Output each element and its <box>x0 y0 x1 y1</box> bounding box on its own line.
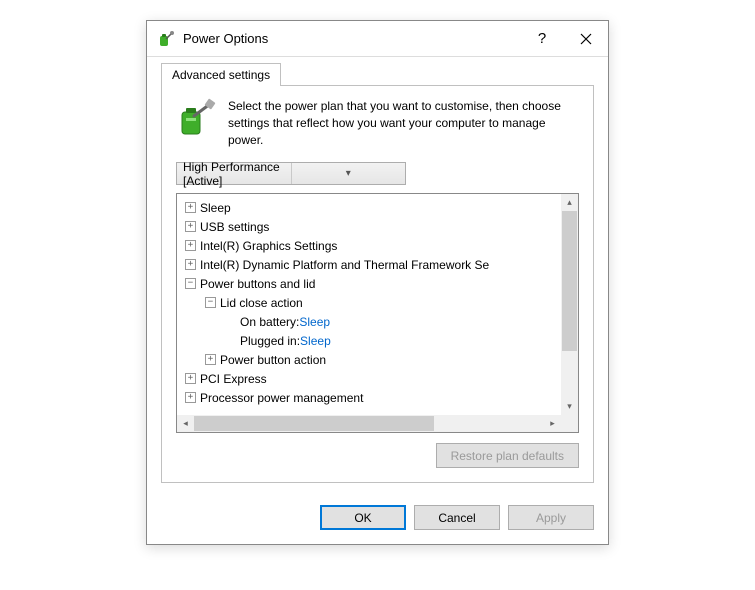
expand-icon[interactable]: + <box>185 221 196 232</box>
tree-setting-value[interactable]: Sleep <box>299 315 330 329</box>
expand-icon[interactable]: + <box>205 354 216 365</box>
tree-setting-label: On battery: <box>240 315 299 329</box>
titlebar: Power Options ? <box>147 21 608 57</box>
horizontal-scrollbar[interactable]: ◂ ▸ <box>177 415 561 432</box>
expand-icon[interactable]: + <box>185 240 196 251</box>
scroll-corner <box>561 415 578 432</box>
expand-icon[interactable]: + <box>185 259 196 270</box>
tree-setting-label: Plugged in: <box>240 334 300 348</box>
scroll-down-icon[interactable]: ▾ <box>561 398 578 415</box>
battery-plug-large-icon <box>176 98 216 138</box>
scroll-right-icon[interactable]: ▸ <box>544 415 561 432</box>
tree-item-label: Sleep <box>200 201 231 215</box>
cancel-button[interactable]: Cancel <box>414 505 500 530</box>
tree-item[interactable]: + Intel(R) Dynamic Platform and Thermal F… <box>179 255 559 274</box>
tree-item[interactable]: + Sleep <box>179 198 559 217</box>
tree-item[interactable]: + PCI Express <box>179 369 559 388</box>
tree-item[interactable]: + Intel(R) Graphics Settings <box>179 236 559 255</box>
tree-body: + Sleep + USB settings + Intel(R) Graphics Se… <box>177 194 561 415</box>
tree-item[interactable]: + USB settings <box>179 217 559 236</box>
horizontal-scroll-thumb[interactable] <box>194 416 434 431</box>
tree-setting[interactable]: Plugged in: Sleep <box>179 331 559 350</box>
tree-item-label: Lid close action <box>220 296 303 310</box>
scroll-up-icon[interactable]: ▴ <box>561 194 578 211</box>
apply-button[interactable]: Apply <box>508 505 594 530</box>
power-options-dialog: Power Options ? Advanced settings <box>146 20 609 545</box>
close-icon <box>580 33 592 45</box>
tab-advanced-settings[interactable]: Advanced settings <box>161 63 281 86</box>
tree-item[interactable]: −Lid close action <box>179 293 559 312</box>
dialog-buttons: OK Cancel Apply <box>147 495 608 544</box>
power-plan-select[interactable]: High Performance [Active] ▾ <box>176 162 406 185</box>
intro-text: Select the power plan that you want to c… <box>228 98 579 148</box>
close-button[interactable] <box>564 21 608 57</box>
ok-button[interactable]: OK <box>320 505 406 530</box>
tree-item-label: Intel(R) Dynamic Platform and Thermal Fr… <box>200 258 489 272</box>
tree-item[interactable]: −Power buttons and lid <box>179 274 559 293</box>
tree-item[interactable]: + Power button action <box>179 350 559 369</box>
settings-tree: + Sleep + USB settings + Intel(R) Graphics Se… <box>176 193 579 433</box>
battery-plug-icon <box>157 30 175 48</box>
tab-panel: Select the power plan that you want to c… <box>161 85 594 483</box>
tree-setting-value[interactable]: Sleep <box>300 334 331 348</box>
power-plan-value: High Performance [Active] <box>177 160 291 188</box>
vertical-scroll-thumb[interactable] <box>562 211 577 351</box>
tree-item-label: USB settings <box>200 220 269 234</box>
restore-defaults-button[interactable]: Restore plan defaults <box>436 443 579 468</box>
collapse-icon[interactable]: − <box>205 297 216 308</box>
window-title: Power Options <box>183 31 520 46</box>
tree-item-label: Processor power management <box>200 391 363 405</box>
tree-item[interactable]: + Processor power management <box>179 388 559 407</box>
tree-item-label: PCI Express <box>200 372 267 386</box>
expand-icon[interactable]: + <box>185 202 196 213</box>
collapse-icon[interactable]: − <box>185 278 196 289</box>
expand-icon[interactable]: + <box>185 392 196 403</box>
tree-setting[interactable]: On battery: Sleep <box>179 312 559 331</box>
expand-icon[interactable]: + <box>185 373 196 384</box>
help-button[interactable]: ? <box>520 21 564 57</box>
tree-item-label: Power buttons and lid <box>200 277 315 291</box>
intro: Select the power plan that you want to c… <box>176 98 579 148</box>
tree-item-label: Power button action <box>220 353 326 367</box>
tabs: Advanced settings <box>161 63 594 86</box>
tree-item-label: Intel(R) Graphics Settings <box>200 239 337 253</box>
chevron-down-icon: ▾ <box>291 163 406 184</box>
vertical-scrollbar[interactable]: ▴ ▾ <box>561 194 578 415</box>
scroll-left-icon[interactable]: ◂ <box>177 415 194 432</box>
